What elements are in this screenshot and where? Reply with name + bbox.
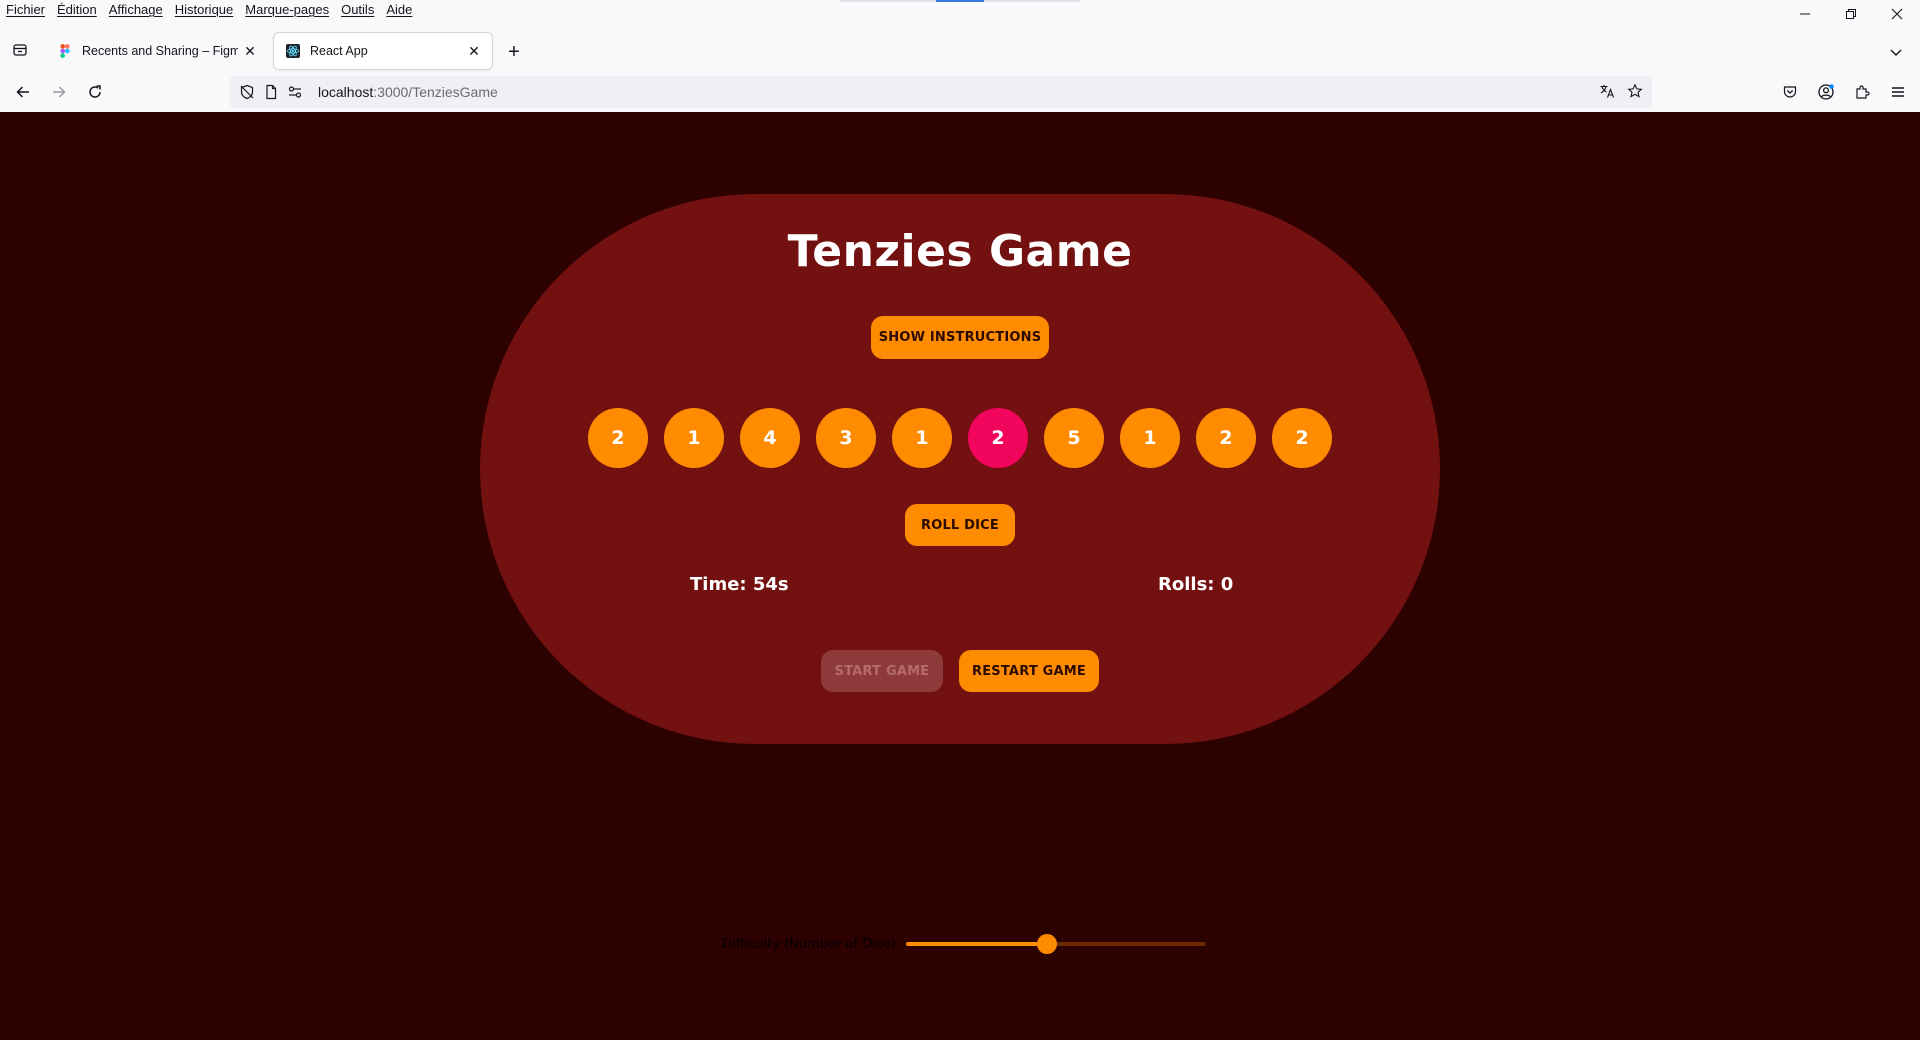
translate-icon[interactable] [1596,80,1618,102]
url-host: localhost [318,84,374,100]
back-button[interactable] [9,78,37,106]
start-game-button[interactable]: START GAME [821,650,943,692]
menu-aide[interactable]: Aide [380,0,418,20]
browser-chrome: Fichier Édition Affichage Historique Mar… [0,0,1920,112]
rolls-counter: Rolls: 0 [1158,574,1234,595]
url-bar[interactable]: localhost:3000/TenziesGame [230,76,1652,108]
difficulty-slider[interactable] [906,934,1207,954]
menu-fichier[interactable]: Fichier [0,0,51,20]
bookmark-star-icon[interactable] [1624,80,1646,102]
react-icon [286,44,300,58]
titlebar-drag-indicator [840,0,1080,2]
menu-affichage[interactable]: Affichage [103,0,169,20]
die[interactable]: 1 [664,408,724,468]
permissions-icon[interactable] [284,81,306,103]
url-text: localhost:3000/TenziesGame [318,84,498,100]
menu-marque-pages[interactable]: Marque-pages [239,0,335,20]
menu-outils[interactable]: Outils [335,0,380,20]
restore-button[interactable] [1828,2,1874,26]
die[interactable]: 2 [588,408,648,468]
app-viewport: Tenzies Game SHOW INSTRUCTIONS 214312512… [0,112,1920,1040]
tab-label: Recents and Sharing – Figma [82,44,238,58]
account-icon[interactable] [1812,78,1840,106]
toolbar-actions [1776,78,1912,106]
menu-historique[interactable]: Historique [169,0,240,20]
extensions-icon[interactable] [1848,78,1876,106]
dice-row: 2143125122 [588,408,1332,468]
tracking-protection-icon[interactable] [236,81,258,103]
url-actions [1596,80,1646,102]
difficulty-control: Difficulty (Number of Dice): [722,934,1207,954]
tab-react-app[interactable]: React App ✕ [274,33,492,69]
reload-button[interactable] [81,78,109,106]
pocket-icon[interactable] [1776,78,1804,106]
die[interactable]: 4 [740,408,800,468]
page-info-icon[interactable] [260,81,282,103]
die[interactable]: 1 [1120,408,1180,468]
die[interactable]: 1 [892,408,952,468]
timer-display: Time: 54s [690,574,789,595]
menu-bar: Fichier Édition Affichage Historique Mar… [0,0,1920,20]
game-card: Tenzies Game SHOW INSTRUCTIONS 214312512… [480,194,1440,744]
difficulty-label: Difficulty (Number of Dice): [722,936,901,952]
new-tab-button[interactable]: + [502,40,526,64]
die[interactable]: 2 [1196,408,1256,468]
close-tab-icon[interactable]: ✕ [238,39,262,63]
roll-dice-button[interactable]: ROLL DICE [905,504,1015,546]
die[interactable]: 2 [1272,408,1332,468]
slider-thumb[interactable] [1037,934,1058,954]
tab-figma[interactable]: Recents and Sharing – Figma ✕ [46,33,268,69]
firefox-view-button[interactable] [8,39,32,61]
list-all-tabs-button[interactable] [1884,40,1908,64]
minimize-button[interactable] [1782,2,1828,26]
app-menu-icon[interactable] [1884,78,1912,106]
close-tab-icon[interactable]: ✕ [462,39,486,63]
nav-bar: localhost:3000/TenziesGame [0,72,1920,112]
page-title: Tenzies Game [787,226,1133,277]
restart-game-button[interactable]: RESTART GAME [959,650,1099,692]
die-held[interactable]: 2 [968,408,1028,468]
menu-edition[interactable]: Édition [51,0,103,20]
die[interactable]: 3 [816,408,876,468]
slider-fill [906,942,1048,946]
figma-icon [58,44,72,58]
show-instructions-button[interactable]: SHOW INSTRUCTIONS [871,316,1049,359]
forward-button[interactable] [45,78,73,106]
url-path: :3000/TenziesGame [373,84,498,100]
tab-label: React App [310,44,368,58]
close-window-button[interactable] [1874,2,1920,26]
die[interactable]: 5 [1044,408,1104,468]
tab-strip: Recents and Sharing – Figma ✕ React App … [0,30,1920,70]
